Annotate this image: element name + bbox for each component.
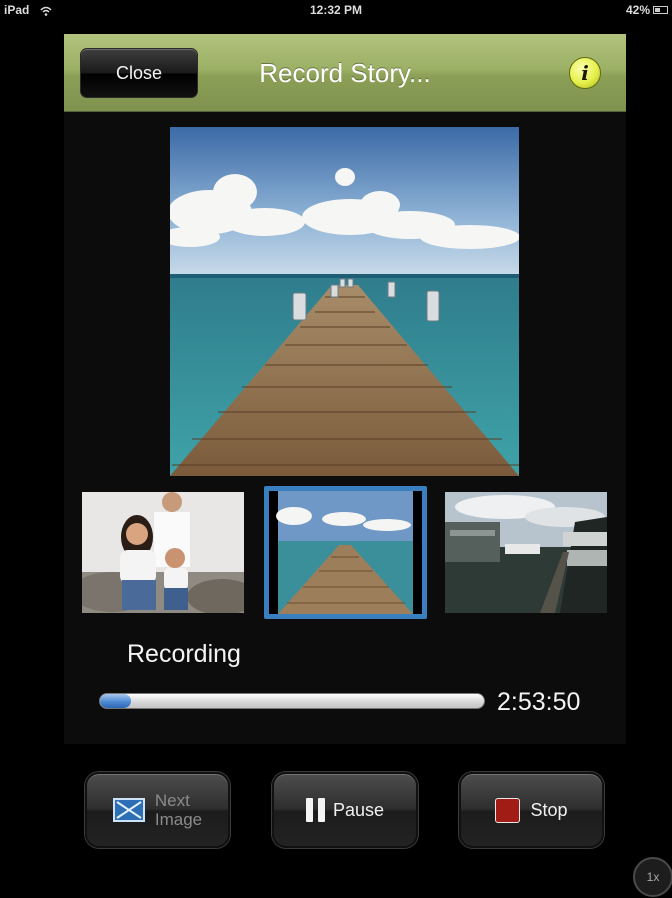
pier-ocean-thumbnail-image (269, 491, 422, 614)
thumbnail-family-portrait[interactable] (82, 492, 244, 613)
stop-button[interactable]: Stop (459, 772, 604, 848)
family-portrait-image (82, 492, 244, 613)
thumbnail-pier-ocean[interactable] (264, 486, 427, 619)
close-button[interactable]: Close (80, 48, 198, 98)
stop-icon (495, 797, 521, 823)
selected-thumbnail (269, 491, 422, 614)
harbor-dock-image (445, 492, 607, 613)
pier-ocean-image (170, 127, 519, 476)
pause-button[interactable]: Pause (272, 772, 418, 848)
pause-label: Pause (332, 799, 385, 820)
battery-icon (653, 6, 668, 14)
recording-status: Recording (127, 640, 241, 668)
next-image-button[interactable]: Next Image (85, 772, 230, 848)
zoom-level-button[interactable]: 1x (633, 857, 672, 897)
next-label-line2: Image (154, 810, 203, 829)
info-icon: i (581, 61, 589, 85)
next-image-icon (112, 798, 145, 822)
battery-percent: 42% (625, 3, 650, 17)
pause-icon (305, 798, 325, 822)
status-time: 12:32 PM (309, 3, 363, 17)
status-bar: iPad 12:32 PM 42% (0, 0, 672, 20)
recording-progress-fill (100, 694, 131, 708)
recording-progress-bar (99, 693, 485, 709)
info-button[interactable]: i (569, 57, 601, 89)
navigation-bar: Record Story... Close i (64, 34, 626, 112)
recording-time: 2:53:50 (497, 688, 581, 716)
thumbnail-harbor-dock[interactable] (445, 492, 607, 613)
next-label-line1: Next (154, 791, 190, 810)
battery-level (655, 8, 660, 12)
current-story-image (170, 127, 519, 476)
stop-label: Stop (530, 799, 568, 820)
